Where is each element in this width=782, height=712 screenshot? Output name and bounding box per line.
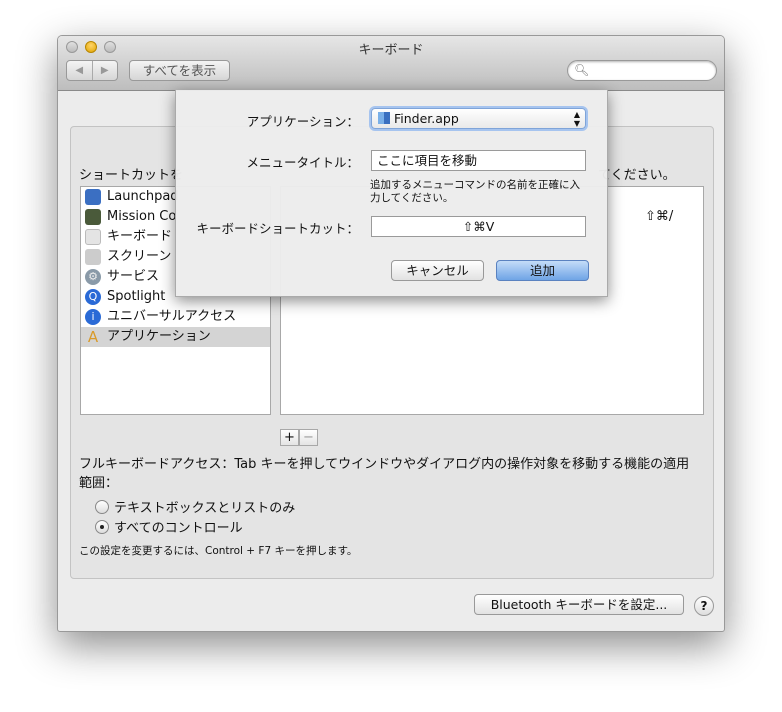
full-keyboard-access-label: フルキーボードアクセス：Tab キーを押してウインドウやダイアログ内の操作対象を…	[79, 457, 690, 491]
list-item[interactable]: A アプリケーション	[81, 327, 270, 347]
launchpad-icon	[85, 189, 101, 205]
app-store-icon: A	[87, 328, 99, 346]
add-shortcut-sheet: アプリケーション： Finder.app ▲ ▼ メニュータイトル： ここに項目を…	[175, 90, 608, 297]
radio-label: すべてのコントロール	[114, 521, 243, 536]
cancel-button[interactable]: キャンセル	[391, 260, 484, 281]
back-button[interactable]: ◀	[67, 61, 93, 80]
forward-button[interactable]: ▶	[93, 61, 118, 80]
list-item-label: ユニバーサルアクセス	[107, 309, 237, 324]
screenshot-icon	[85, 249, 101, 265]
nav-segment: ◀ ▶	[66, 60, 118, 81]
help-button[interactable]: ?	[694, 596, 714, 616]
shortcut-label: キーボードショートカット：	[196, 221, 359, 236]
instructions-text-end: てください。	[598, 168, 676, 183]
menu-title-help: 追加するメニューコマンドの名前を正確に入力してください。	[370, 179, 580, 204]
keyboard-icon	[85, 229, 101, 245]
radio-label: テキストボックスとリストのみ	[114, 501, 296, 516]
list-item-label: Launchpad	[107, 189, 179, 204]
add-shortcut-button[interactable]: +	[280, 429, 299, 446]
show-all-button[interactable]: すべてを表示	[129, 60, 230, 81]
radio-button[interactable]	[95, 519, 109, 534]
application-value: Finder.app	[394, 111, 459, 126]
search-icon: 🔍︎	[574, 63, 590, 77]
gear-icon: ⚙	[85, 269, 101, 285]
instructions-text: ショートカットを	[79, 168, 184, 183]
accessibility-icon: i	[85, 309, 101, 325]
list-item-label: Spotlight	[107, 289, 166, 304]
search-input[interactable]: 🔍︎	[567, 60, 717, 81]
hint-text: この設定を変更するには、Control + F7 キーを押します。	[79, 545, 358, 557]
finder-icon	[378, 112, 390, 124]
list-item-label: サービス	[107, 269, 160, 284]
list-item-label: キーボード	[107, 229, 173, 244]
shortcut-key: ⇧⌘/	[645, 209, 674, 224]
bluetooth-keyboard-button[interactable]: Bluetooth キーボードを設定...	[474, 594, 684, 615]
list-item[interactable]: i ユニバーサルアクセス	[81, 307, 270, 327]
application-label: アプリケーション：	[246, 114, 359, 129]
menu-title-label: メニュータイトル：	[246, 155, 359, 170]
add-button[interactable]: 追加	[496, 260, 589, 281]
window-title: キーボード	[358, 43, 424, 58]
shortcut-input[interactable]: ⇧⌘V	[371, 216, 586, 237]
add-remove-control: + −	[280, 429, 318, 446]
remove-shortcut-button[interactable]: −	[299, 429, 318, 446]
spotlight-icon: Q	[85, 289, 101, 305]
toolbar: キーボード ◀ ▶ すべてを表示 🔍︎	[58, 36, 724, 91]
list-item-label: Mission Co	[107, 209, 177, 224]
mission-control-icon	[85, 209, 101, 225]
list-item-label: アプリケーション	[107, 329, 211, 344]
radio-text-boxes-lists[interactable]: テキストボックスとリストのみ	[95, 497, 295, 516]
radio-all-controls[interactable]: すべてのコントロール	[95, 517, 243, 536]
radio-button[interactable]	[95, 499, 109, 514]
stepper-arrows-icon: ▲ ▼	[573, 110, 580, 128]
list-item-label: スクリーン	[107, 249, 172, 264]
menu-title-input[interactable]: ここに項目を移動	[371, 150, 586, 171]
application-popup[interactable]: Finder.app ▲ ▼	[371, 108, 586, 129]
